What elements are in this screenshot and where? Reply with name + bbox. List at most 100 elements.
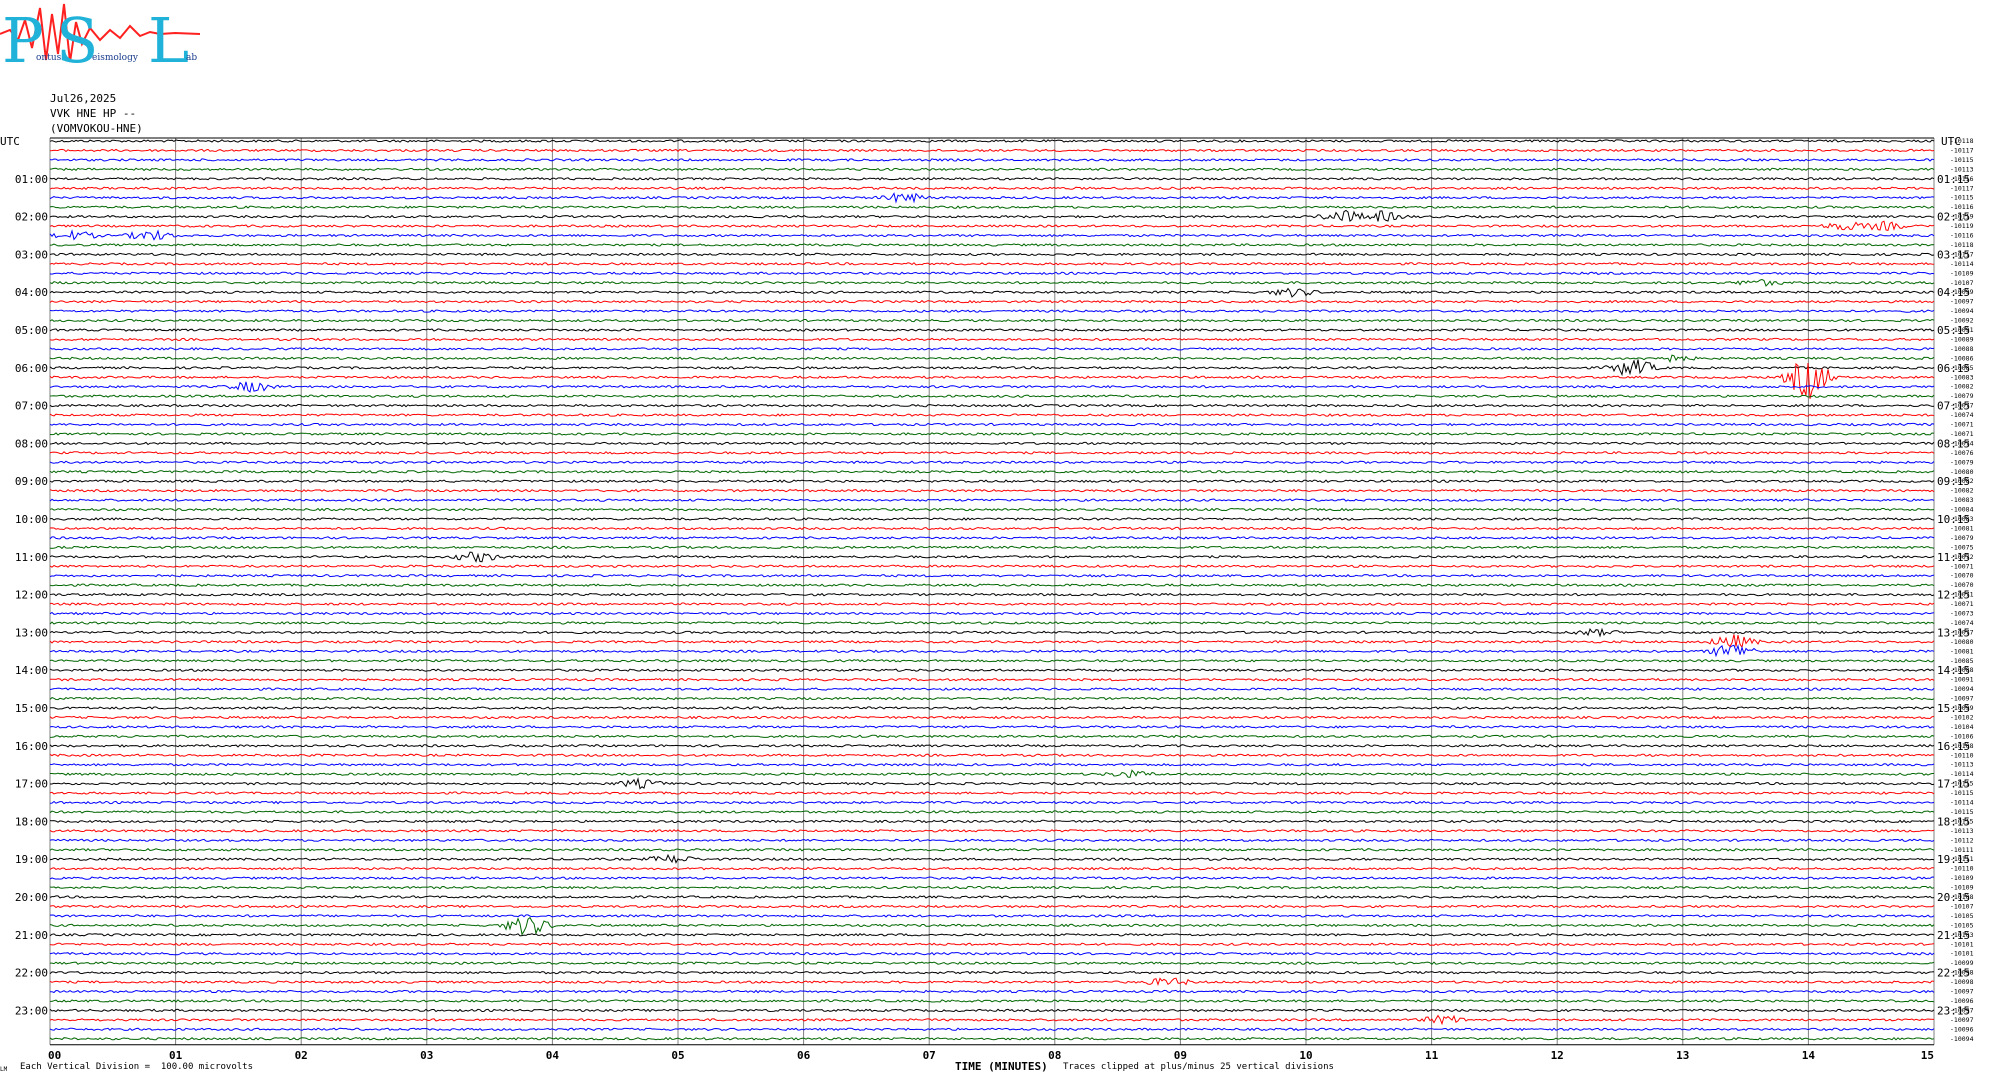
left-hour-label: 22:00 [15,967,48,980]
x-tick-label: 05 [671,1049,684,1062]
trace-81 [49,904,1935,909]
right-hour-label: 02:15 [1937,211,1970,224]
trace-78 [49,876,1935,880]
trace-67 [50,769,1934,778]
trace-14 [49,271,1935,276]
right-hour-label: 10:15 [1937,513,1970,526]
trace-23 [49,354,1935,364]
left-hour-label: 14:00 [15,664,48,677]
left-hour-label: 21:00 [15,929,48,942]
trace-offset-label: -10105 [1950,912,1974,920]
left-hour-label: 02:00 [15,211,48,224]
trace-91 [50,999,1935,1003]
trace-3 [49,167,1935,172]
trace-32 [49,441,1935,446]
right-hour-label: 18:15 [1937,815,1970,828]
trace-21 [49,337,1935,342]
trace-79 [49,885,1935,890]
trace-62 [49,725,1935,729]
trace-93 [49,1014,1935,1026]
trace-70 [49,800,1935,805]
trace-95 [49,1036,1935,1041]
trace-offset-label: -10109 [1950,269,1974,277]
x-tick-label: 12 [1551,1049,1564,1062]
right-hour-label: 21:15 [1937,929,1970,942]
left-utc-label: UTC [0,135,20,148]
left-hour-label: 17:00 [15,778,48,791]
trace-74 [49,838,1935,843]
right-hour-label: 01:15 [1937,173,1970,186]
right-hour-label: 09:15 [1937,475,1970,488]
trace-40 [49,517,1935,521]
trace-61 [49,715,1935,720]
x-tick-label: 11 [1425,1049,1439,1062]
left-hour-label: 11:00 [15,551,48,564]
trace-87 [50,961,1935,965]
x-tick-label: 00 [48,1049,61,1062]
trace-48 [49,592,1935,597]
trace-33 [49,451,1935,455]
x-tick-label: 02 [295,1049,308,1062]
trace-9 [49,220,1935,231]
trace-22 [49,347,1935,351]
x-tick-label: 03 [420,1049,433,1062]
trace-offset-label: -10109 [1950,874,1974,882]
trace-28 [49,403,1935,408]
trace-6 [49,192,1935,204]
trace-63 [49,734,1935,739]
trace-36 [49,479,1935,484]
trace-18 [49,309,1935,313]
trace-77 [49,866,1935,871]
x-tick-label: 04 [546,1049,560,1062]
left-hour-label: 03:00 [15,248,48,261]
left-hour-label: 18:00 [15,815,48,828]
left-hour-label: 12:00 [15,589,48,602]
x-axis-label: TIME (MINUTES) [955,1060,1048,1073]
trace-4 [49,177,1935,181]
trace-52 [49,627,1935,638]
trace-7 [49,205,1935,209]
trace-offset-label: -10116 [1950,232,1974,240]
left-hour-label: 07:00 [15,400,48,413]
right-hour-label: 13:15 [1937,626,1970,639]
trace-offset-label: -10088 [1950,345,1974,353]
trace-59 [49,696,1935,701]
right-hour-label: 11:15 [1937,551,1970,564]
trace-5 [49,186,1935,191]
left-hour-label: 16:00 [15,740,48,753]
trace-19 [49,318,1935,323]
x-tick-label: 14 [1802,1049,1816,1062]
trace-73 [49,829,1935,833]
right-utc-label: UTC [1941,135,1961,148]
left-hour-label: 13:00 [15,626,48,639]
trace-8 [49,209,1935,222]
trace-57 [50,677,1935,682]
trace-offset-label: -10073 [1950,610,1974,618]
trace-83 [49,916,1935,936]
trace-53 [49,634,1935,649]
trace-89 [49,977,1935,986]
trace-offset-label: -10082 [1950,383,1974,391]
trace-58 [49,687,1935,691]
trace-54 [49,644,1935,658]
trace-offset-label: -10115 [1950,194,1974,202]
x-tick-label: 06 [797,1049,811,1062]
trace-offset-label: -10094 [1950,1035,1974,1043]
right-hour-label: 07:15 [1937,400,1970,413]
left-hour-label: 05:00 [15,324,48,337]
left-hour-label: 09:00 [15,475,48,488]
trace-offset-label: -10094 [1950,685,1974,693]
trace-41 [49,526,1935,531]
trace-44 [49,551,1935,563]
left-hour-label: 04:00 [15,286,48,299]
x-tick-label: 01 [169,1049,183,1062]
trace-1 [49,148,1935,153]
left-hour-label: 08:00 [15,437,48,450]
left-hour-label: 10:00 [15,513,48,526]
trace-90 [49,989,1935,994]
trace-43 [49,545,1935,550]
right-hour-label: 06:15 [1937,362,1970,375]
trace-39 [49,507,1935,512]
trace-35 [49,470,1935,474]
right-hour-label: 03:15 [1937,248,1970,261]
